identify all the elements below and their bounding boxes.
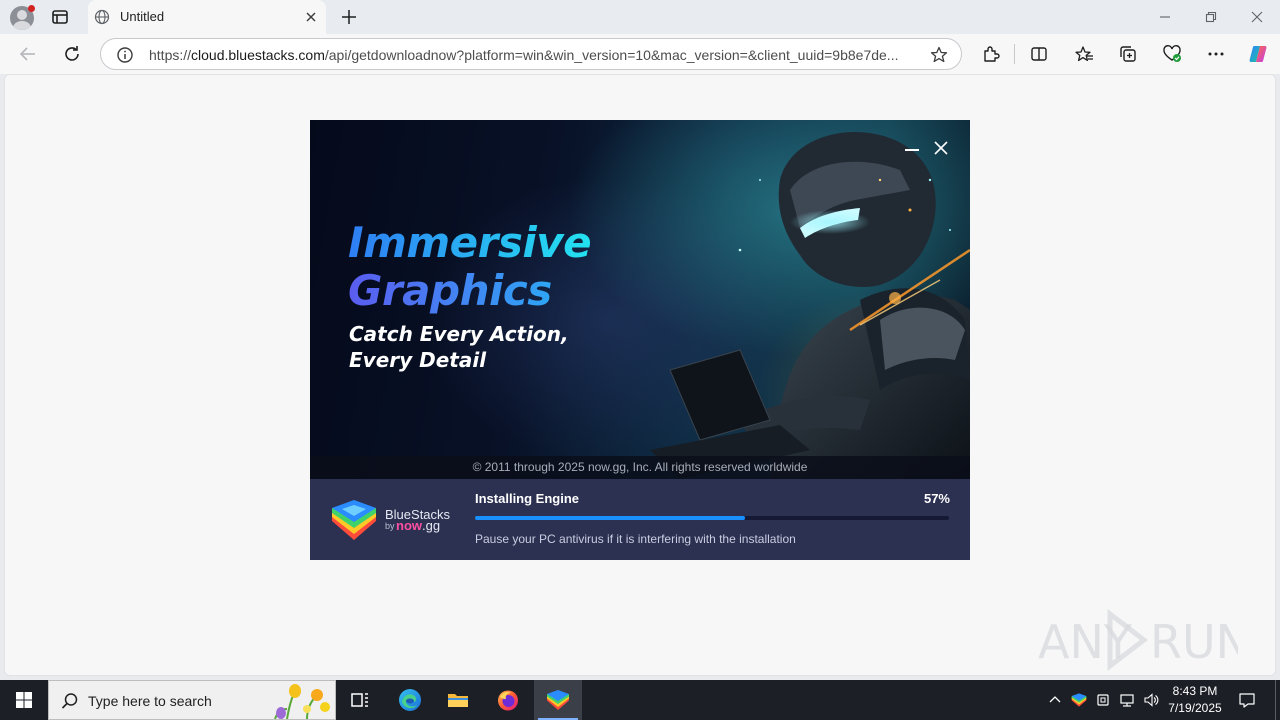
taskbar-bluestacks[interactable] [534,680,582,720]
restore-icon[interactable] [1204,10,1218,24]
installer-minimize-icon[interactable] [904,142,920,158]
firefox-icon [498,690,518,711]
toolbar-separator [1014,44,1015,64]
progress-title: Installing Engine [475,491,580,506]
taskbar-firefox[interactable] [484,680,532,720]
notification-icon[interactable] [1238,691,1256,709]
copyright-band: © 2011 through 2025 now.gg, Inc. All rig… [310,456,970,479]
file-explorer-icon [448,694,468,707]
tab-title: Untitled [120,9,165,24]
tray-device-icon[interactable] [1095,692,1111,708]
browser-tab[interactable]: Untitled [88,0,326,34]
brand-nowgg: now.gg [396,518,440,533]
installer-close-icon[interactable] [933,140,949,156]
search-icon [61,693,78,709]
volume-icon[interactable] [1143,692,1159,708]
plus-icon[interactable] [340,8,358,26]
tab-actions-icon[interactable] [50,7,70,27]
info-icon[interactable] [116,46,134,64]
antivirus-note: Pause your PC antivirus if it is interfe… [475,532,796,546]
window-close-icon[interactable] [1250,10,1264,24]
tray-chevron-up-icon[interactable] [1047,692,1063,708]
profile-notification-dot [28,5,35,12]
split-screen-icon[interactable] [1029,44,1049,64]
tray-bluestacks-icon[interactable] [1071,692,1087,708]
headline-line-1: Immersive [348,218,592,267]
browser-essentials-icon[interactable] [1162,44,1182,64]
windows-taskbar: Type here to search 8:43 PM 7/19/2025 [0,680,1280,720]
minimize-icon[interactable] [1158,10,1172,24]
brand-gg: .gg [422,518,441,533]
progress-bar [475,516,949,520]
copilot-icon[interactable] [1248,44,1268,64]
taskbar-clock[interactable]: 8:43 PM 7/19/2025 [1166,683,1224,717]
taskbar-edge[interactable] [386,680,434,720]
url-scheme: https:// [149,47,192,63]
brand-now: now [396,518,422,533]
search-placeholder: Type here to search [88,693,212,709]
anyrun-watermark: ANY RUN [1038,608,1238,672]
progress-percentage: 57% [923,491,950,506]
svg-text:RUN: RUN [1150,615,1238,669]
task-view-button[interactable] [336,680,384,720]
browser-tab-bar: Untitled [0,0,1280,34]
clock-date: 7/19/2025 [1168,701,1222,715]
back-arrow-icon[interactable] [18,44,38,64]
browser-toolbar: https://cloud.bluestacks.com/api/getdown… [0,34,1280,74]
installer-banner: Immersive Graphics Catch Every Action, E… [310,120,970,479]
spring-flowers-icon [274,684,330,719]
bluestacks-logo-icon [332,500,376,540]
url-host: cloud.bluestacks.com [191,47,325,63]
edge-icon [399,689,421,711]
star-icon[interactable] [929,45,949,65]
task-view-icon [351,693,368,707]
reload-icon[interactable] [62,44,82,64]
copyright-text: © 2011 through 2025 now.gg, Inc. All rig… [472,460,808,474]
url-path: /api/getdownloadnow?platform=win&win_ver… [324,47,899,63]
progress-bar-fill [475,516,746,520]
headline-line-2: Graphics [348,266,552,315]
install-status-panel: BlueStacks by now.gg Installing Engine 5… [310,479,970,560]
taskbar-file-explorer[interactable] [434,680,482,720]
tagline-line-2: Every Detail [349,348,487,372]
windows-start-icon[interactable] [0,680,48,720]
bluestacks-installer-window: Immersive Graphics Catch Every Action, E… [310,120,970,560]
armored-soldier-artwork [650,132,970,479]
network-icon[interactable] [1119,692,1135,708]
taskbar-search-box[interactable]: Type here to search [48,680,336,720]
tagline-line-1: Catch Every Action, [349,322,569,346]
more-icon[interactable] [1206,44,1226,64]
extensions-icon[interactable] [981,44,1001,64]
clock-time: 8:43 PM [1172,684,1218,698]
favorites-icon[interactable] [1074,44,1094,64]
collections-icon[interactable] [1118,44,1138,64]
url-text[interactable]: https://cloud.bluestacks.com/api/getdown… [149,47,913,63]
brand-by: by [385,521,395,531]
close-icon[interactable] [304,10,318,24]
bluestacks-icon [547,690,569,710]
show-desktop-button[interactable] [1275,680,1276,720]
address-bar[interactable]: https://cloud.bluestacks.com/api/getdown… [100,38,962,70]
globe-icon [94,9,110,25]
